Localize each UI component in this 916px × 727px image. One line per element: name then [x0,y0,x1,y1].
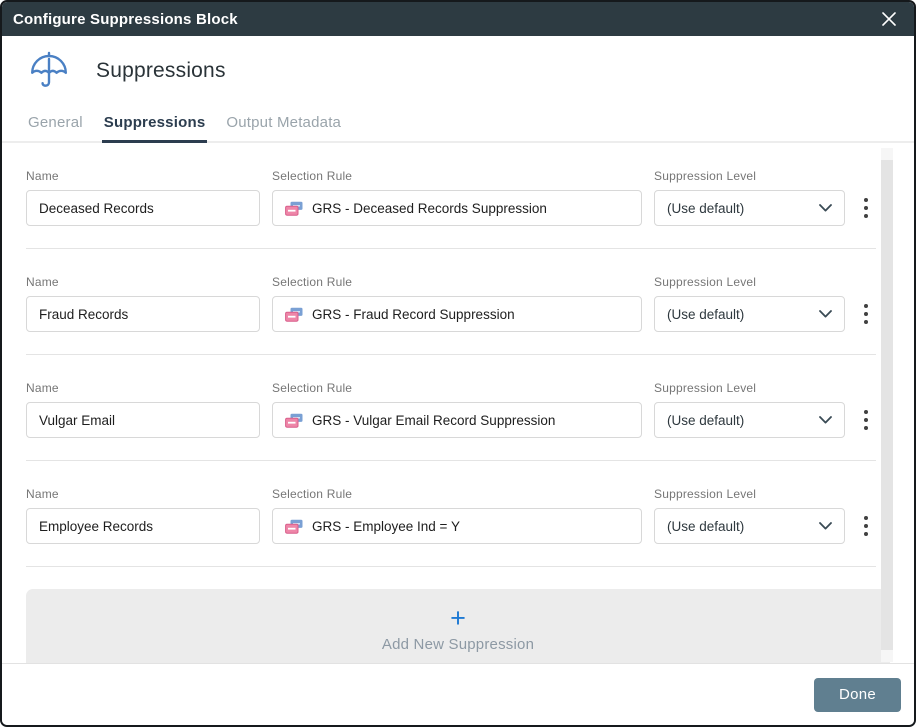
selection-rule-picker[interactable]: GRS - Employee Ind = Y [272,508,642,544]
tab-output-metadata[interactable]: Output Metadata [224,114,343,143]
kebab-icon [864,410,868,430]
row-menu-button[interactable] [857,296,875,332]
close-button[interactable] [878,8,900,30]
selection-rule-value: GRS - Deceased Records Suppression [312,200,547,216]
configure-suppressions-dialog: Configure Suppressions Block Suppression… [0,0,916,727]
suppression-row: Name Selection Rule GRS - Vulgar Email R… [26,355,876,461]
suppressions-list: Name Selection Rule GRS - Deceased Recor… [2,143,914,663]
rule-cards-icon [285,519,303,534]
rule-field: Selection Rule GRS - Employee Ind = Y [272,487,642,544]
name-label: Name [26,381,59,395]
name-input[interactable] [26,296,260,332]
suppression-level-label: Suppression Level [654,275,757,289]
level-field: Suppression Level (Use default) [654,487,845,544]
name-input[interactable] [26,190,260,226]
selection-rule-picker[interactable]: GRS - Vulgar Email Record Suppression [272,402,642,438]
close-icon [882,12,896,26]
selection-rule-label: Selection Rule [272,381,353,395]
row-menu-button[interactable] [857,190,875,226]
suppression-row: Name Selection Rule GRS - Employee Ind =… [26,461,876,567]
level-field: Suppression Level (Use default) [654,381,845,438]
name-label: Name [26,169,59,183]
name-label: Name [26,275,59,289]
done-button[interactable]: Done [814,677,901,712]
name-field: Name [26,169,260,226]
selection-rule-label: Selection Rule [272,169,353,183]
kebab-icon [864,516,868,536]
add-new-suppression-label: Add New Suppression [381,636,535,653]
selection-rule-value: GRS - Employee Ind = Y [312,518,460,534]
name-field: Name [26,275,260,332]
name-input[interactable] [26,508,260,544]
rule-cards-icon [285,201,303,216]
suppression-level-select[interactable]: (Use default) [654,508,845,544]
rule-cards-icon [285,413,303,428]
chevron-down-icon [819,310,832,318]
rule-field: Selection Rule GRS - Deceased Records Su… [272,169,642,226]
suppression-level-value: (Use default) [667,306,745,322]
suppression-level-label: Suppression Level [654,169,757,183]
chevron-down-icon [819,204,832,212]
suppression-level-select[interactable]: (Use default) [654,190,845,226]
suppression-level-label: Suppression Level [654,381,757,395]
rule-cards-icon [285,307,303,322]
block-heading: Suppressions [96,58,226,82]
rule-field: Selection Rule GRS - Vulgar Email Record… [272,381,642,438]
selection-rule-picker[interactable]: GRS - Deceased Records Suppression [272,190,642,226]
name-input[interactable] [26,402,260,438]
name-label: Name [26,487,59,501]
name-field: Name [26,487,260,544]
dialog-footer: Done [2,663,914,725]
umbrella-icon [31,51,67,87]
suppression-row: Name Selection Rule GRS - Fraud Record S… [26,249,876,355]
kebab-icon [864,198,868,218]
suppression-level-label: Suppression Level [654,487,757,501]
suppression-level-value: (Use default) [667,412,745,428]
suppression-level-select[interactable]: (Use default) [654,296,845,332]
tab-general[interactable]: General [26,114,85,143]
name-field: Name [26,381,260,438]
suppression-level-value: (Use default) [667,200,745,216]
selection-rule-picker[interactable]: GRS - Fraud Record Suppression [272,296,642,332]
level-field: Suppression Level (Use default) [654,169,845,226]
block-header: Suppressions [2,36,914,105]
row-menu-button[interactable] [857,402,875,438]
selection-rule-label: Selection Rule [272,487,353,501]
dialog-title: Configure Suppressions Block [13,10,238,28]
rule-field: Selection Rule GRS - Fraud Record Suppre… [272,275,642,332]
level-field: Suppression Level (Use default) [654,275,845,332]
suppression-level-select[interactable]: (Use default) [654,402,845,438]
add-new-suppression-button[interactable]: + Add New Suppression [26,589,890,663]
scrollbar-track[interactable] [881,148,893,662]
selection-rule-label: Selection Rule [272,275,353,289]
chevron-down-icon [819,416,832,424]
tab-suppressions[interactable]: Suppressions [101,114,208,143]
selection-rule-value: GRS - Fraud Record Suppression [312,306,515,322]
scrollbar-thumb[interactable] [881,160,893,650]
kebab-icon [864,304,868,324]
suppression-level-value: (Use default) [667,518,745,534]
row-menu-button[interactable] [857,508,875,544]
tab-bar: General Suppressions Output Metadata [2,105,914,143]
chevron-down-icon [819,522,832,530]
dialog-titlebar: Configure Suppressions Block [2,2,914,36]
selection-rule-value: GRS - Vulgar Email Record Suppression [312,412,556,428]
plus-icon: + [450,603,466,633]
suppression-row: Name Selection Rule GRS - Deceased Recor… [26,169,876,249]
